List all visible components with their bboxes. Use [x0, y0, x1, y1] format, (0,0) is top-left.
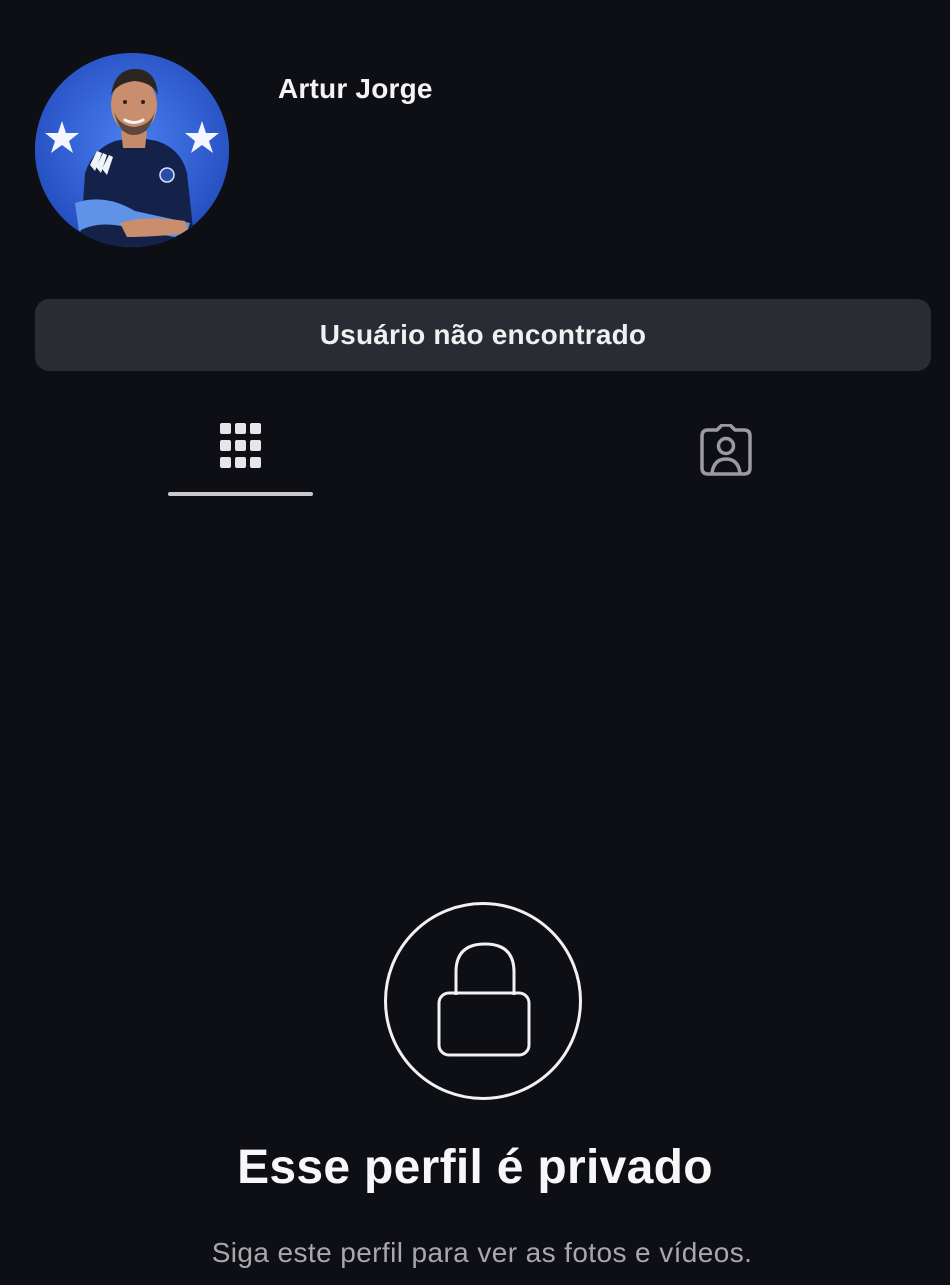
profile-photo	[35, 53, 229, 247]
lock-badge	[384, 902, 582, 1100]
tagged-person-icon	[699, 424, 752, 476]
tab-tagged[interactable]	[653, 410, 798, 500]
user-not-found-button[interactable]: Usuário não encontrado	[35, 299, 931, 371]
profile-avatar[interactable]	[35, 53, 229, 247]
lock-icon	[437, 942, 531, 1057]
grid-icon	[219, 423, 261, 468]
tab-selected-indicator	[168, 492, 313, 496]
tab-posts-grid[interactable]	[168, 410, 313, 500]
private-profile-title: Esse perfil é privado	[237, 1141, 713, 1194]
private-profile-subtitle: Siga este perfil para ver as fotos e víd…	[211, 1237, 753, 1268]
profile-name: Artur Jorge	[278, 73, 433, 104]
